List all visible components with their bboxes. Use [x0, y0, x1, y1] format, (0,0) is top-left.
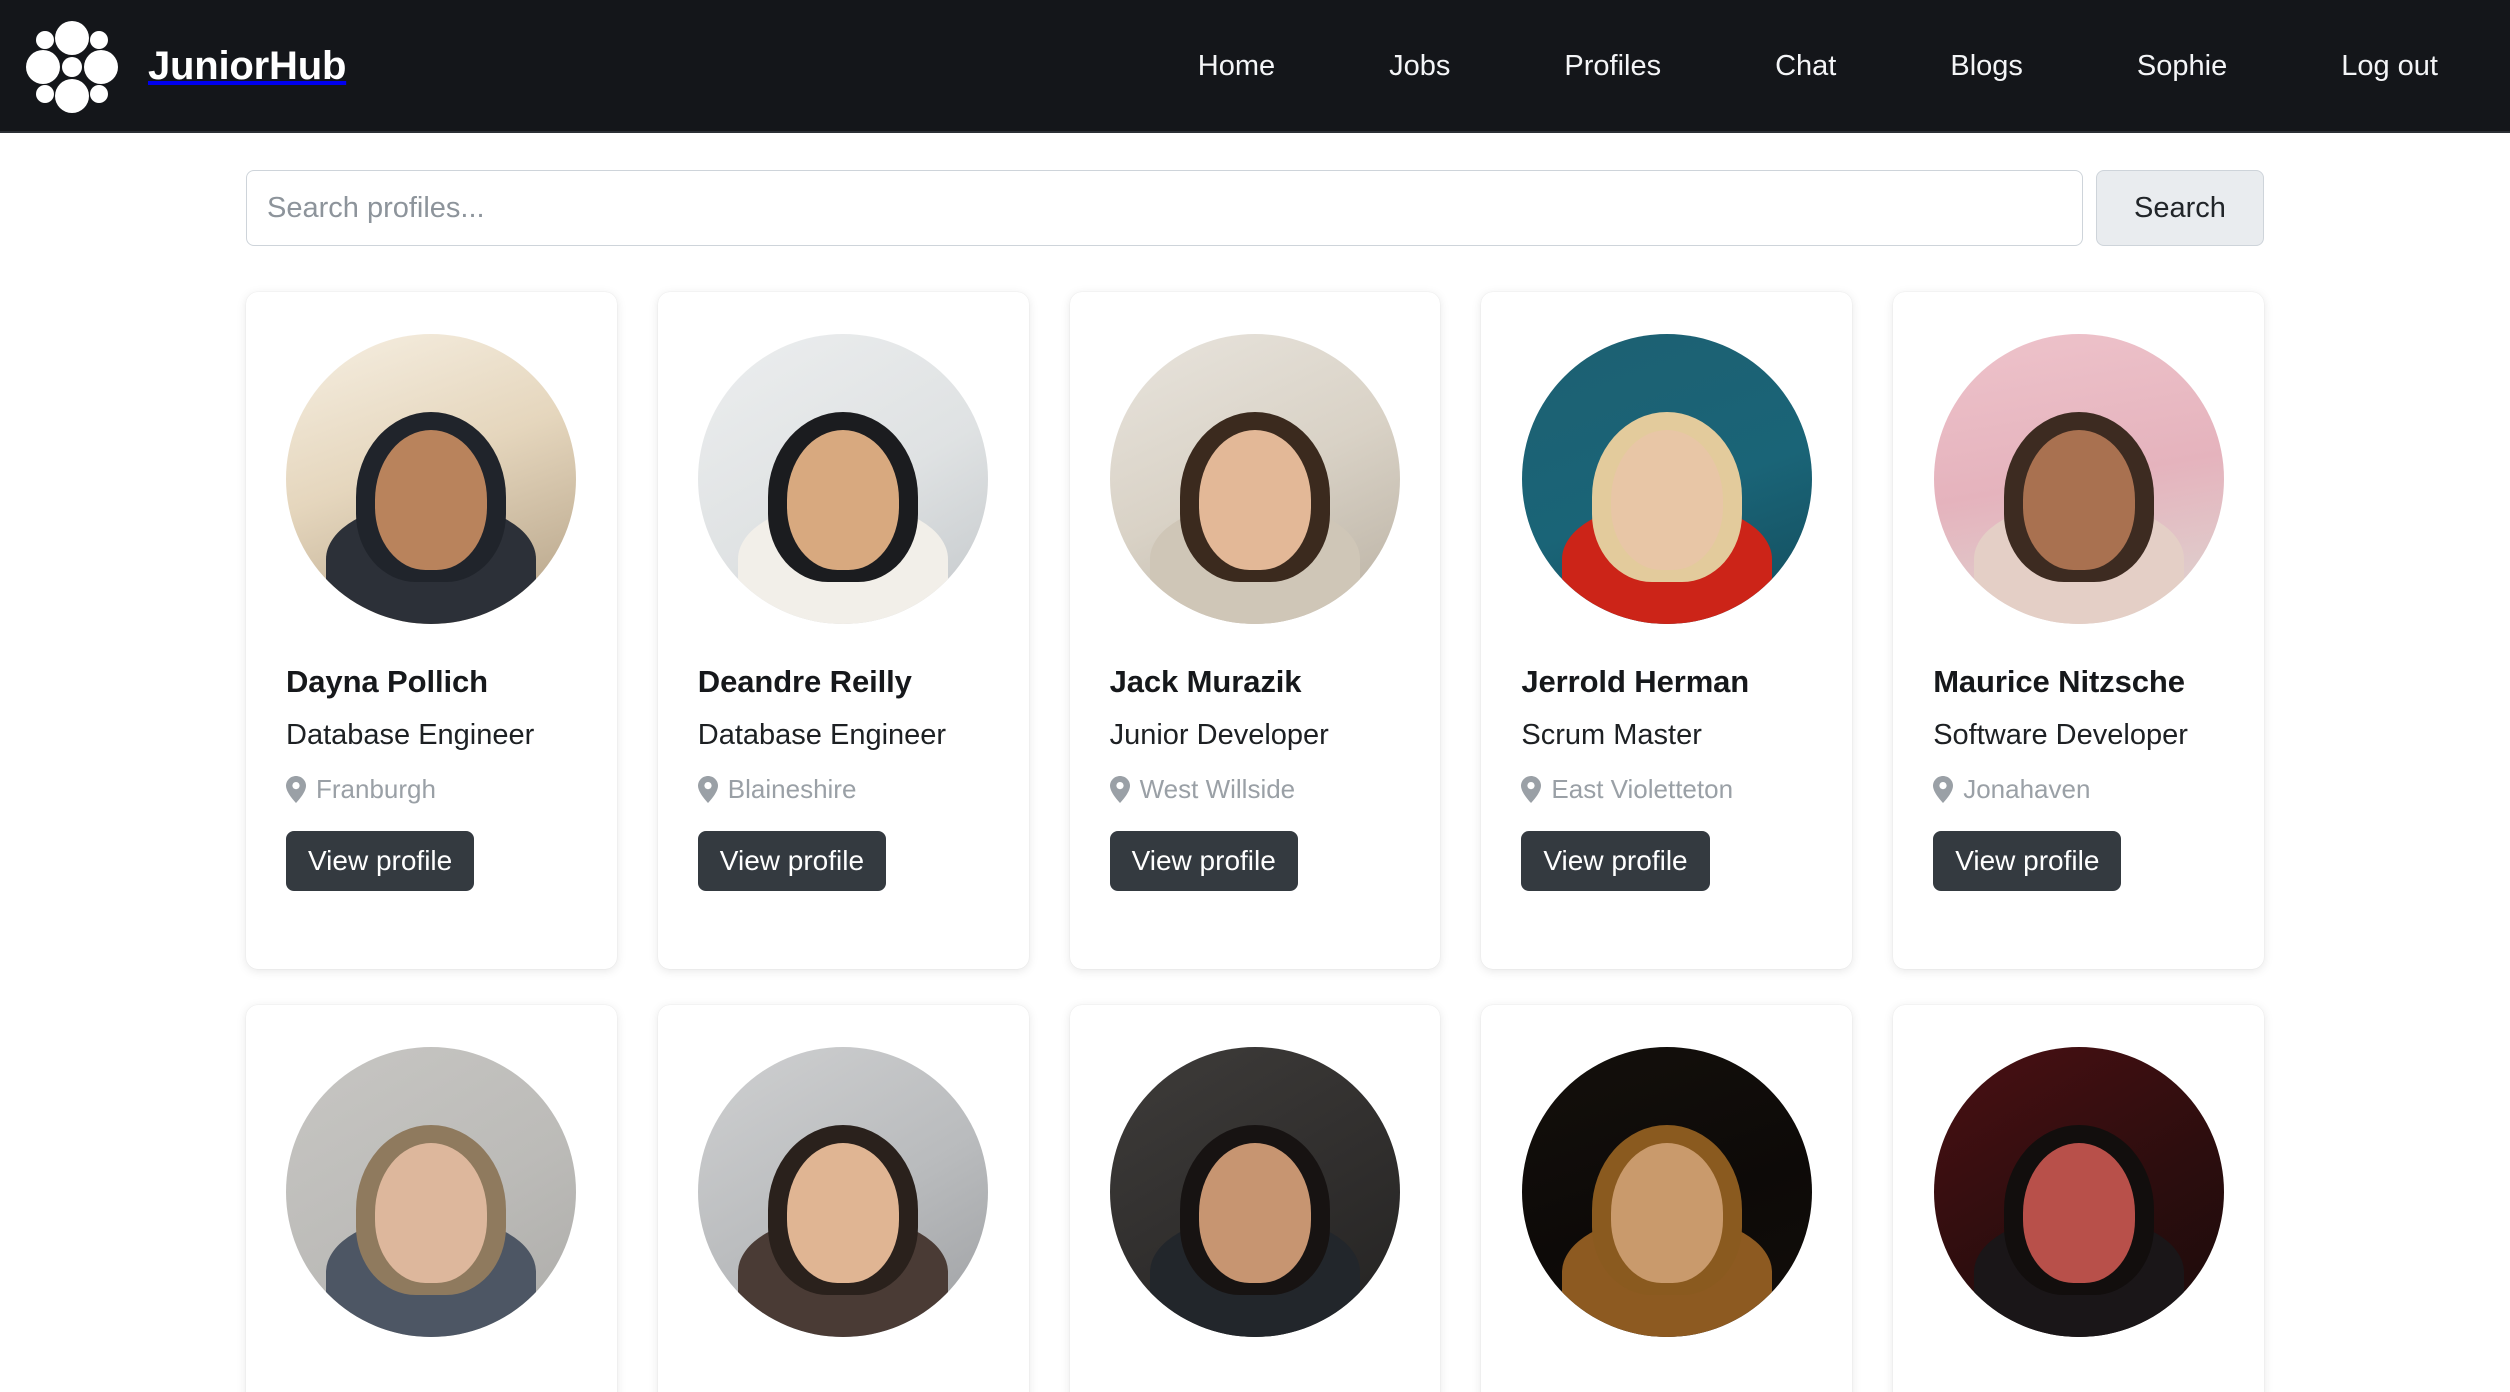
profile-name: Jack Murazik [1109, 664, 1302, 699]
profile-location: Jonahaven [1933, 774, 2224, 805]
profile-location-label: Jonahaven [1963, 774, 2091, 804]
search-bar: Search [246, 170, 2264, 246]
profile-card[interactable]: Dayna Pollich Database Engineer Franburgh V… [246, 292, 617, 969]
profile-location: Blaineshire [697, 774, 989, 805]
profile-role: Software Developer [1933, 719, 2188, 751]
avatar [1933, 1047, 2224, 1337]
main-navigation: Home Jobs Profiles Chat Blogs Sophie Log… [1141, 42, 2510, 91]
profile-card[interactable]: Jack Murazik Junior Developer West Willsid… [1069, 292, 1441, 969]
profile-card[interactable]: Deandre Reilly Database Engineer Blaineshi… [657, 292, 1029, 969]
profile-location-label: East Violetteton [1551, 774, 1734, 804]
avatar [1521, 334, 1812, 624]
nav-link-chat[interactable]: Chat [1765, 42, 1846, 91]
avatar [1109, 334, 1400, 624]
profile-role: Junior Developer [1109, 719, 1329, 751]
search-input[interactable] [246, 170, 2083, 246]
profile-card[interactable] [657, 1005, 1029, 1392]
nav-link-blogs[interactable]: Blogs [1940, 42, 2033, 91]
avatar [1521, 1047, 1812, 1337]
profile-location: West Willside [1109, 774, 1401, 805]
avatar [698, 334, 989, 624]
map-pin-icon [1109, 776, 1130, 803]
view-profile-button[interactable]: View profile [286, 831, 475, 891]
profile-card[interactable]: Jerrold Herman Scrum Master East Violettet… [1481, 292, 1853, 969]
nav-link-sophie[interactable]: Sophie [2127, 42, 2237, 91]
profile-location-label: West Willside [1139, 774, 1296, 804]
nav-link-jobs[interactable]: Jobs [1379, 42, 1460, 91]
profile-location-label: Franburgh [316, 774, 436, 804]
profile-role: Database Engineer [286, 719, 535, 751]
map-pin-icon [286, 776, 306, 803]
nav-link-profiles[interactable]: Profiles [1554, 42, 1671, 91]
profile-card[interactable] [246, 1005, 617, 1392]
profile-name: Jerrold Herman [1521, 664, 1750, 699]
avatar [698, 1047, 989, 1337]
profile-card[interactable] [1069, 1005, 1441, 1392]
profile-location-label: Blaineshire [727, 774, 857, 804]
brand-title: JuniorHub [148, 44, 347, 88]
view-profile-button[interactable]: View profile [697, 831, 887, 891]
avatar [286, 334, 577, 624]
avatar [1933, 334, 2224, 624]
avatar [1109, 1047, 1400, 1337]
map-pin-icon [1521, 776, 1542, 803]
avatar [286, 1047, 577, 1337]
page-content: Search Dayna Pollich Database Engineer Fra… [0, 170, 2510, 1392]
view-profile-button[interactable]: View profile [1521, 831, 1710, 891]
nav-link-home[interactable]: Home [1188, 42, 1285, 91]
map-pin-icon [697, 776, 718, 803]
nav-link-logout[interactable]: Log out [2331, 42, 2448, 91]
brand-link[interactable]: JuniorHub [18, 13, 346, 121]
profile-card[interactable] [1481, 1005, 1853, 1392]
profile-location: East Violetteton [1521, 774, 1812, 805]
profile-name: Maurice Nitzsche [1933, 664, 2185, 699]
profile-role: Database Engineer [697, 719, 947, 751]
profile-name: Dayna Pollich [286, 664, 488, 699]
profiles-grid: Dayna Pollich Database Engineer Franburgh V… [246, 292, 2264, 1392]
dots-cluster-logo-icon [18, 13, 126, 121]
view-profile-button[interactable]: View profile [1933, 831, 2122, 891]
profile-card[interactable] [1893, 1005, 2264, 1392]
profile-card[interactable]: Maurice Nitzsche Software Developer Jonaha… [1893, 292, 2264, 969]
search-button[interactable]: Search [2096, 170, 2264, 246]
profile-name: Deandre Reilly [697, 664, 912, 699]
map-pin-icon [1933, 776, 1954, 803]
view-profile-button[interactable]: View profile [1109, 831, 1298, 891]
navbar: JuniorHub Home Jobs Profiles Chat Blogs … [0, 0, 2510, 133]
profile-location: Franburgh [286, 774, 577, 805]
profile-role: Scrum Master [1521, 719, 1702, 751]
